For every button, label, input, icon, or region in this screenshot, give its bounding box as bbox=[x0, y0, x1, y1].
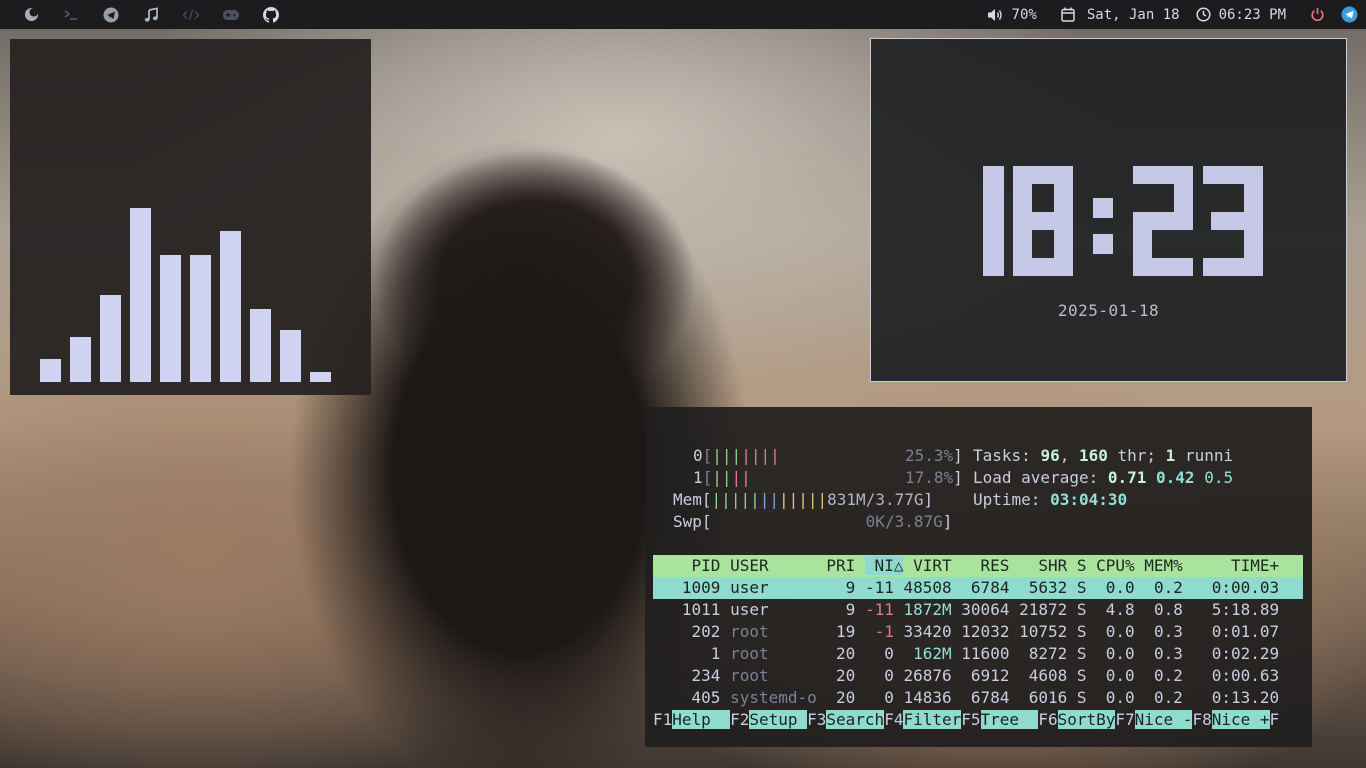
mem-meter: Mem[||||||||||||831M/3.77G] bbox=[673, 490, 934, 509]
volume-indicator[interactable]: 70% bbox=[987, 7, 1037, 23]
fkey-label[interactable]: Nice - bbox=[1134, 710, 1193, 729]
clock-date: 2025-01-18 bbox=[1057, 301, 1160, 320]
visualizer-bar bbox=[100, 295, 121, 382]
code-icon[interactable] bbox=[182, 6, 200, 24]
power-button[interactable] bbox=[1310, 7, 1333, 22]
table-row[interactable]: 405 systemd-o 20 0 14836 6784 6016 S 0.0… bbox=[653, 687, 1303, 709]
cpu1-percent: 17.8% bbox=[904, 468, 954, 487]
table-row[interactable]: 202 root 19 -1 33420 12032 10752 S 0.0 0… bbox=[653, 621, 1303, 643]
mem-value: 831M/3.77G bbox=[827, 490, 924, 509]
clock-widget: 2025-01-18 bbox=[870, 38, 1347, 382]
time-label: 06:23 PM bbox=[1218, 6, 1286, 23]
fkey-f1[interactable]: F1 bbox=[653, 710, 672, 729]
table-row[interactable]: 1011 user 9 -11 1872M 30064 21872 S 4.8 … bbox=[653, 599, 1303, 621]
date-label: Sat, Jan 18 bbox=[1086, 6, 1180, 23]
terminal-icon[interactable] bbox=[62, 6, 80, 24]
visualizer-bar bbox=[280, 330, 301, 382]
clock-icon bbox=[1196, 7, 1211, 22]
tasks-label: Tasks: bbox=[973, 446, 1041, 465]
running-count: 1 bbox=[1165, 446, 1176, 465]
power-icon bbox=[1311, 8, 1324, 22]
fkey-f8[interactable]: F8 bbox=[1192, 710, 1211, 729]
clock-time bbox=[983, 166, 1263, 276]
swp-meter: Swp[ 0K/3.87G] bbox=[673, 512, 953, 531]
cpu0-meter: 0[||||||| 25.3%] bbox=[693, 446, 963, 465]
visualizer-bar bbox=[70, 337, 91, 382]
gamepad-icon[interactable] bbox=[222, 6, 240, 24]
tasks-count: 96 bbox=[1040, 446, 1060, 465]
telegram-icon[interactable] bbox=[102, 6, 120, 24]
date-indicator[interactable]: Sat, Jan 18 bbox=[1061, 7, 1180, 23]
threads-label: thr; bbox=[1107, 446, 1166, 465]
audio-visualizer bbox=[10, 39, 371, 395]
music-icon[interactable] bbox=[142, 6, 160, 24]
load-1min: 0.71 bbox=[1107, 468, 1147, 487]
swp-label: Swp bbox=[673, 512, 702, 531]
visualizer-bar bbox=[250, 309, 271, 382]
table-row[interactable]: 1 root 20 0 162M 11600 8272 S 0.0 0.3 0:… bbox=[653, 643, 1303, 665]
uptime-label: Uptime: bbox=[973, 490, 1051, 509]
calendar-icon bbox=[1061, 7, 1075, 22]
fkey-label[interactable]: Search bbox=[826, 710, 885, 729]
swp-value: 0K/3.87G bbox=[865, 512, 943, 531]
visualizer-bar bbox=[40, 359, 61, 382]
process-table-header[interactable]: PID USER PRI NI△ VIRT RES SHR S CPU% MEM… bbox=[653, 555, 1303, 577]
volume-level: 70% bbox=[1011, 6, 1037, 23]
column-pid[interactable]: PID bbox=[653, 556, 730, 575]
fkey-label[interactable]: Setup bbox=[749, 710, 808, 729]
mem-label: Mem bbox=[673, 490, 702, 509]
load-meter: Load average: 0.71 0.42 0.5 bbox=[973, 467, 1233, 489]
fkey-label[interactable]: Nice + bbox=[1211, 710, 1270, 729]
visualizer-bar bbox=[220, 231, 241, 382]
column-user-pri[interactable]: USER PRI bbox=[730, 556, 865, 575]
visualizer-bar bbox=[190, 255, 211, 382]
volume-icon bbox=[987, 8, 1002, 21]
function-key-bar: F1Help F2Setup F3SearchF4FilterF5Tree F6… bbox=[653, 709, 1279, 731]
top-bar: 70% Sat, Jan 18 06:23 PM bbox=[0, 0, 1366, 29]
moon-icon[interactable] bbox=[22, 6, 40, 24]
column-ni[interactable]: NI△ bbox=[864, 556, 904, 575]
telegram-tray[interactable] bbox=[1341, 6, 1366, 23]
status-area: 70% Sat, Jan 18 06:23 PM bbox=[971, 6, 1366, 23]
tasks-meter: Tasks: 96, 160 thr; 1 runni bbox=[973, 446, 1234, 465]
column-rest[interactable]: VIRT RES SHR S CPU% MEM% TIME+ bbox=[903, 556, 1279, 575]
time-indicator[interactable]: 06:23 PM bbox=[1196, 7, 1286, 23]
cpu1-label: 1 bbox=[693, 468, 703, 487]
fkey-f5[interactable]: F5 bbox=[961, 710, 980, 729]
fkey-f2[interactable]: F2 bbox=[730, 710, 749, 729]
table-row[interactable]: 234 root 20 0 26876 6912 4608 S 0.0 0.2 … bbox=[653, 665, 1303, 687]
fkey-label[interactable]: Help bbox=[672, 710, 731, 729]
fkey-label[interactable]: Tree bbox=[980, 710, 1039, 729]
running-label: runni bbox=[1175, 446, 1234, 465]
load-label: Load average: bbox=[973, 468, 1108, 487]
load-5min: 0.42 bbox=[1156, 468, 1195, 487]
table-row[interactable]: 1009 user 9 -11 48508 6784 5632 S 0.0 0.… bbox=[653, 577, 1303, 599]
fkey-f7[interactable]: F7 bbox=[1115, 710, 1134, 729]
visualizer-bar bbox=[310, 372, 331, 382]
telegram-icon bbox=[1341, 6, 1358, 23]
load-15min: 0.5 bbox=[1204, 468, 1234, 487]
threads-count: 160 bbox=[1078, 446, 1108, 465]
github-icon[interactable] bbox=[262, 6, 280, 24]
fkey-f4[interactable]: F4 bbox=[884, 710, 903, 729]
fkey-f3[interactable]: F3 bbox=[807, 710, 826, 729]
fkey-label[interactable]: Filter bbox=[903, 710, 962, 729]
cpu0-percent: 25.3% bbox=[904, 446, 954, 465]
visualizer-bar bbox=[130, 208, 151, 382]
fkey-label[interactable]: SortBy bbox=[1057, 710, 1116, 729]
cpu0-label: 0 bbox=[693, 446, 703, 465]
uptime-meter: Uptime: 03:04:30 bbox=[973, 489, 1127, 511]
visualizer-bar bbox=[160, 255, 181, 382]
fkey-f6[interactable]: F6 bbox=[1038, 710, 1057, 729]
fkey-f[interactable]: F bbox=[1270, 710, 1280, 729]
cpu1-meter: 1[|||| 17.8%] bbox=[693, 468, 963, 487]
htop-terminal[interactable]: 0[||||||| 25.3%] 1[|||| 17.8%] Mem[|||||… bbox=[645, 407, 1312, 747]
uptime-value: 03:04:30 bbox=[1050, 490, 1128, 509]
launcher-icons bbox=[0, 6, 302, 24]
